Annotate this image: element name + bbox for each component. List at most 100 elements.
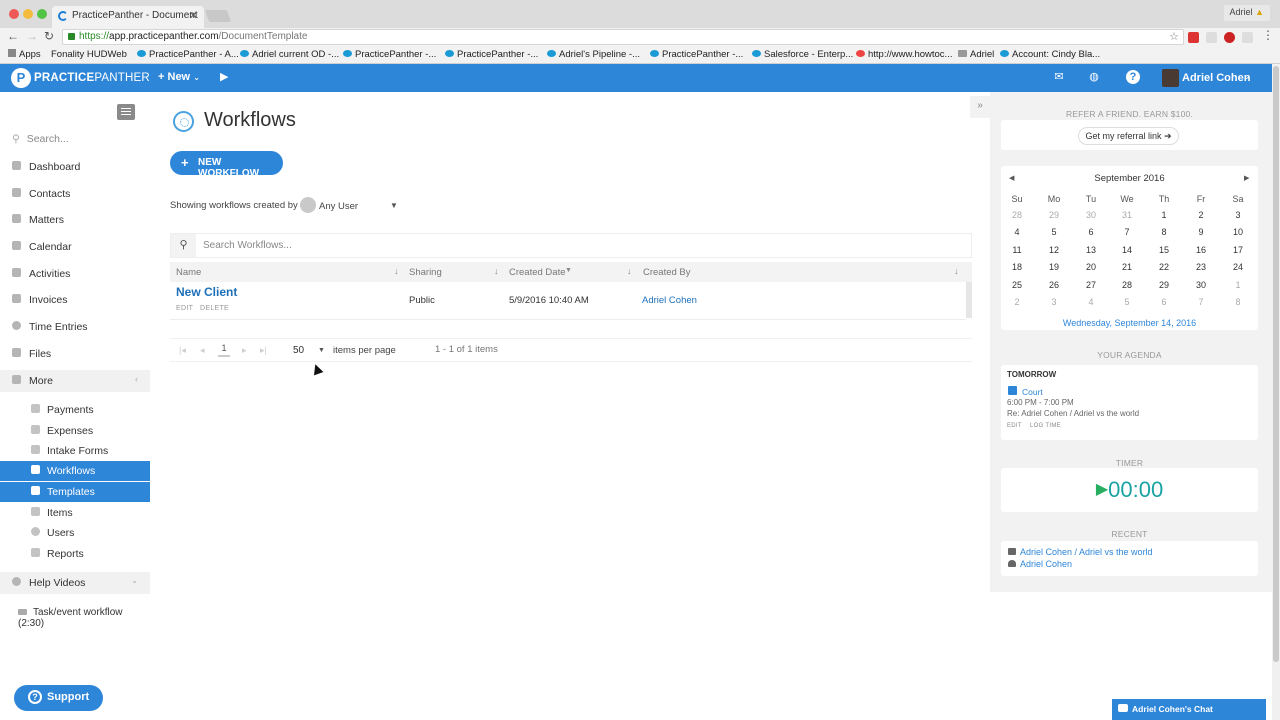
workflow-search-input[interactable]: Search Workflows... <box>203 240 292 251</box>
prev-page-icon[interactable]: ◂ <box>200 345 205 356</box>
bookmark-item[interactable]: Adriel <box>958 49 994 60</box>
sidebar-item-contacts[interactable]: Contacts <box>0 184 150 204</box>
help-icon[interactable]: ? <box>1126 70 1140 84</box>
sidebar-item-expenses[interactable]: Expenses <box>0 421 150 441</box>
extension-icon[interactable] <box>1242 32 1253 43</box>
calendar-day[interactable]: 25 <box>1002 280 1032 290</box>
chrome-menu-icon[interactable]: ⋮ <box>1262 28 1274 42</box>
calendar-day[interactable]: 6 <box>1076 227 1106 237</box>
sidebar-item-matters[interactable]: Matters <box>0 210 150 230</box>
double-chevron-right-icon[interactable]: » <box>970 96 990 118</box>
delete-link[interactable]: DELETE <box>200 305 229 312</box>
bookmark-item[interactable]: http://www.howtoc... <box>856 49 952 60</box>
bookmark-star-icon[interactable]: ☆ <box>1169 30 1179 43</box>
agenda-log-time-link[interactable]: LOG TIME <box>1030 423 1061 429</box>
calendar-day[interactable]: 2 <box>1002 297 1032 307</box>
bookmark-item[interactable]: Apps <box>8 49 41 60</box>
calendar-day[interactable]: 24 <box>1223 262 1253 272</box>
support-button[interactable]: ? Support <box>14 685 103 711</box>
sort-arrow-icon[interactable]: ↓ <box>627 266 632 276</box>
bookmark-item[interactable]: Account: Cindy Bla... <box>1000 49 1100 60</box>
recent-contact-link[interactable]: Adriel Cohen <box>1008 559 1072 569</box>
extension-icon[interactable] <box>1206 32 1217 43</box>
last-page-icon[interactable]: ▸| <box>260 345 267 356</box>
calendar-day[interactable]: 7 <box>1186 297 1216 307</box>
calendar-day[interactable]: 1 <box>1149 210 1179 220</box>
calendar-day[interactable]: 4 <box>1002 227 1032 237</box>
sidebar-item-calendar[interactable]: Calendar <box>0 237 150 257</box>
items-per-page-select[interactable]: 50 <box>293 345 304 356</box>
calendar-day[interactable]: 26 <box>1039 280 1069 290</box>
extension-icon[interactable] <box>1224 32 1235 43</box>
sidebar-item-intake-forms[interactable]: Intake Forms <box>0 441 150 461</box>
caret-down-icon[interactable]: ▼ <box>390 201 398 210</box>
first-page-icon[interactable]: |◂ <box>179 345 186 356</box>
minimize-window-icon[interactable] <box>23 9 33 19</box>
search-icon[interactable]: ⚲ <box>171 234 196 257</box>
user-menu-button[interactable]: Adriel Cohen <box>1182 72 1250 84</box>
agenda-edit-link[interactable]: EDIT <box>1007 423 1022 429</box>
timer-display[interactable]: ▶00:00 <box>1001 477 1258 503</box>
calendar-day[interactable]: 17 <box>1223 245 1253 255</box>
new-tab-button[interactable] <box>204 10 232 22</box>
bookmark-item[interactable]: PracticePanther - A... <box>137 49 239 60</box>
close-window-icon[interactable] <box>9 9 19 19</box>
scrollbar-thumb[interactable] <box>1273 66 1279 662</box>
sidebar-item-payments[interactable]: Payments <box>0 400 150 420</box>
column-header-sharing[interactable]: Sharing <box>409 267 442 278</box>
browser-tab[interactable]: PracticePanther - Document ✕ <box>52 6 204 28</box>
calendar-day[interactable]: 22 <box>1149 262 1179 272</box>
calendar-today-link[interactable]: Wednesday, September 14, 2016 <box>1001 318 1258 328</box>
sidebar-item-activities[interactable]: Activities <box>0 264 150 284</box>
bookmark-item[interactable]: Adriel's Pipeline -... <box>547 49 640 60</box>
calendar-day[interactable]: 3 <box>1039 297 1069 307</box>
calendar-day[interactable]: 7 <box>1112 227 1142 237</box>
sort-arrow-icon[interactable]: ↓ <box>494 266 499 276</box>
sidebar-item-files[interactable]: Files <box>0 344 150 364</box>
calendar-day[interactable]: 13 <box>1076 245 1106 255</box>
maximize-window-icon[interactable] <box>37 9 47 19</box>
calendar-day[interactable]: 28 <box>1002 210 1032 220</box>
calendar-day[interactable]: 31 <box>1112 210 1142 220</box>
url-input[interactable]: https://app.practicepanther.com/Document… <box>62 29 1184 45</box>
bookmark-item[interactable]: Salesforce - Enterp... <box>752 49 853 60</box>
column-header-created-by[interactable]: Created By <box>643 267 691 278</box>
start-timer-button[interactable]: ▶ <box>220 70 228 83</box>
column-header-name[interactable]: Name <box>176 267 201 278</box>
back-arrow-icon[interactable]: ← <box>7 29 19 43</box>
next-page-icon[interactable]: ▸ <box>242 345 247 356</box>
chat-button[interactable]: Adriel Cohen's Chat <box>1112 699 1266 720</box>
calendar-day[interactable]: 20 <box>1076 262 1106 272</box>
sidebar-item-dashboard[interactable]: Dashboard <box>0 157 150 177</box>
calendar-day[interactable]: 12 <box>1039 245 1069 255</box>
help-video-link[interactable]: Task/event workflow (2:30) <box>18 607 150 629</box>
calendar-day[interactable]: 1 <box>1223 280 1253 290</box>
calendar-day[interactable]: 29 <box>1039 210 1069 220</box>
caret-down-icon[interactable]: ▼ <box>318 347 325 354</box>
calendar-day[interactable]: 30 <box>1076 210 1106 220</box>
calendar-day[interactable]: 5 <box>1039 227 1069 237</box>
forward-arrow-icon[interactable]: → <box>26 29 38 43</box>
current-page[interactable]: 1 <box>218 343 230 357</box>
sidebar-collapse-button[interactable] <box>117 104 135 120</box>
calendar-day[interactable]: 8 <box>1223 297 1253 307</box>
practicepanther-logo-icon[interactable]: P <box>11 68 31 88</box>
agenda-event-title[interactable]: Court <box>1022 387 1043 397</box>
bookmark-item[interactable]: PracticePanther -... <box>445 49 538 60</box>
bookmark-item[interactable]: PracticePanther -... <box>343 49 436 60</box>
calendar-day[interactable]: 4 <box>1076 297 1106 307</box>
sidebar-item-reports[interactable]: Reports <box>0 544 150 564</box>
bookmark-item[interactable]: Fonality HUDWeb <box>51 49 127 60</box>
browser-profile-button[interactable]: Adriel ▲ <box>1223 5 1270 21</box>
calendar-day[interactable]: 11 <box>1002 245 1032 255</box>
extension-icon[interactable] <box>1188 32 1199 43</box>
sidebar-item-users[interactable]: Users <box>0 523 150 543</box>
reload-icon[interactable]: ↻ <box>44 29 54 43</box>
calendar-day[interactable]: 28 <box>1112 280 1142 290</box>
calendar-day[interactable]: 18 <box>1002 262 1032 272</box>
calendar-month[interactable]: September 2016 <box>1001 173 1258 184</box>
chevron-down-icon[interactable]: ⌄ <box>1243 71 1251 82</box>
app-logo[interactable]: PRACTICEPANTHER <box>34 72 150 84</box>
referral-link-button[interactable]: Get my referral link ➔ <box>1078 127 1179 145</box>
calendar-day[interactable]: 19 <box>1039 262 1069 272</box>
